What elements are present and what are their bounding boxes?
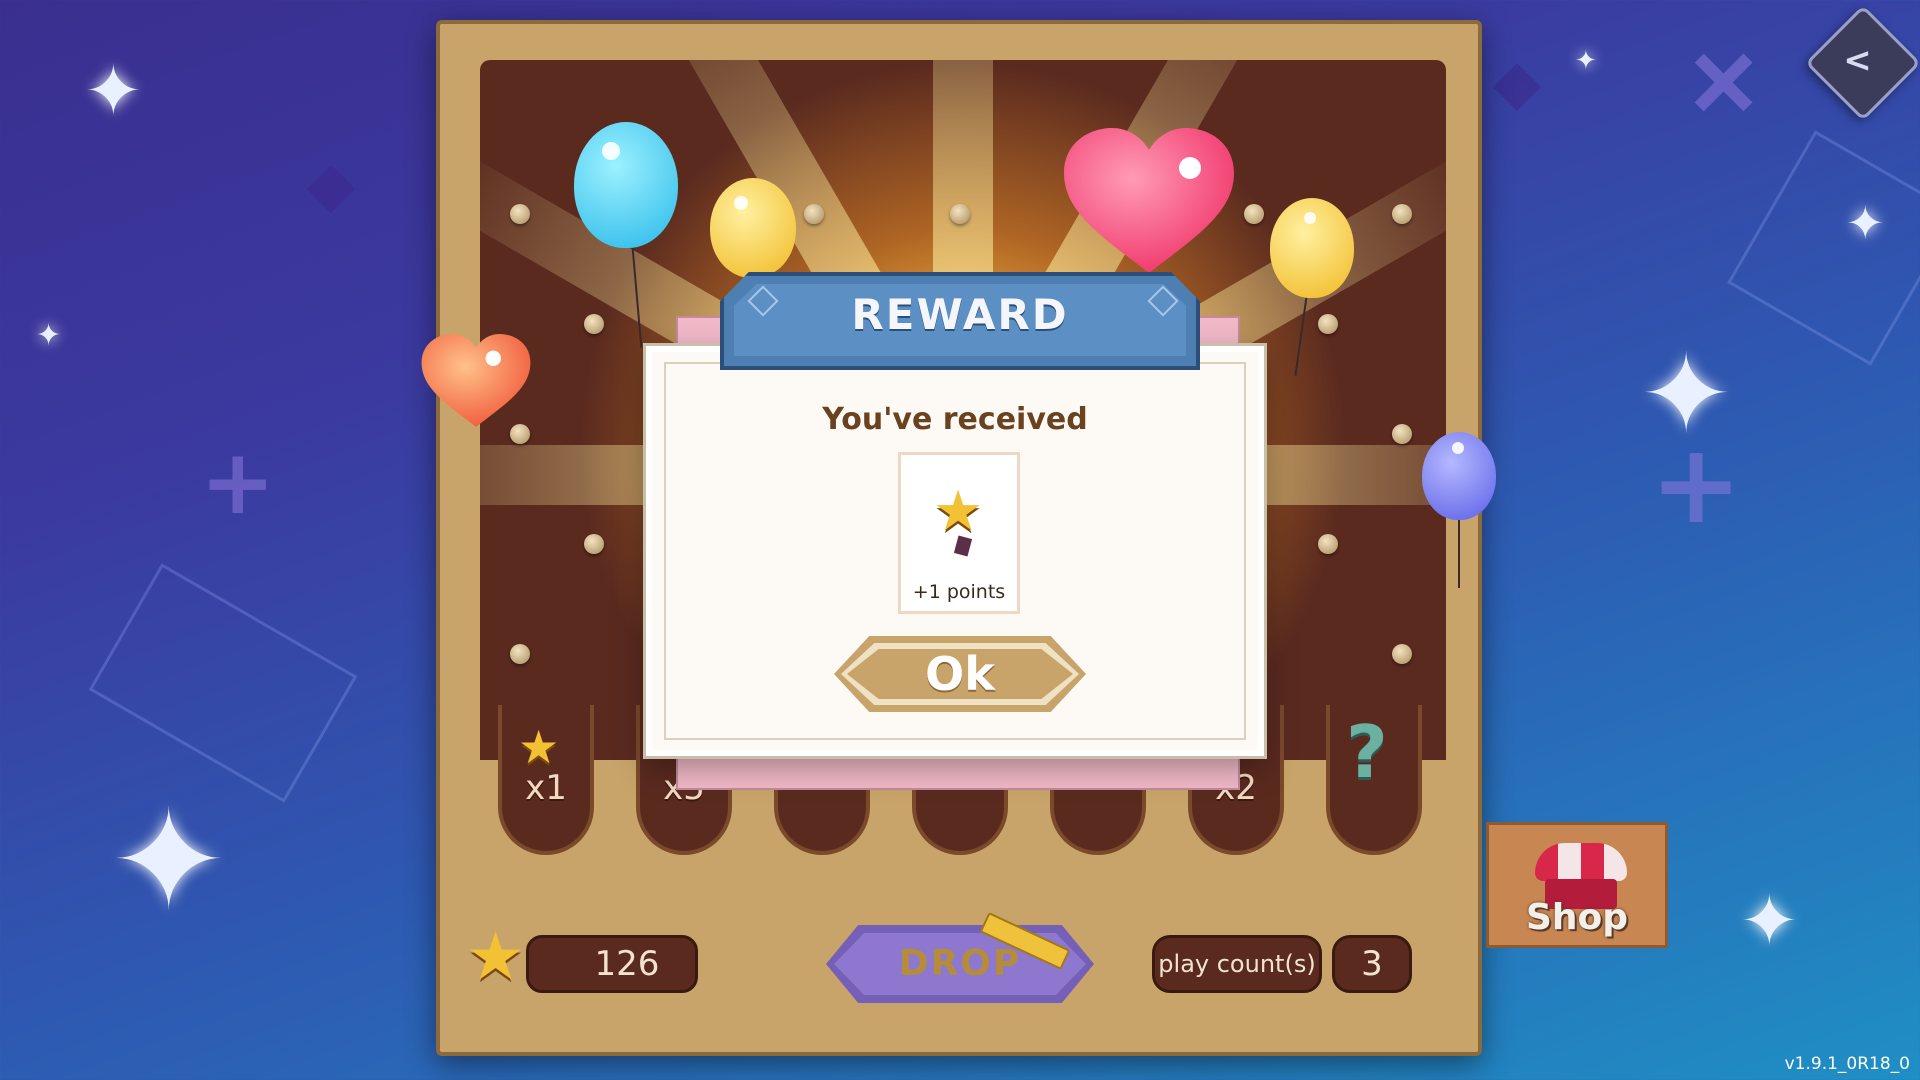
star-icon: ★ bbox=[466, 918, 526, 995]
yellow-balloon bbox=[710, 178, 796, 278]
peg bbox=[584, 534, 604, 554]
shop-icon bbox=[1535, 843, 1627, 909]
shop-button[interactable]: Shop bbox=[1486, 822, 1668, 948]
background-shape bbox=[1727, 130, 1920, 366]
sparkle-icon: ✦ bbox=[1575, 46, 1597, 76]
ok-button[interactable]: Ok bbox=[834, 636, 1086, 712]
sparkle-icon: ✦ bbox=[110, 780, 228, 943]
play-count-value: 3 bbox=[1332, 935, 1412, 993]
peg bbox=[510, 644, 530, 664]
sparkle-icon: ✦ bbox=[1740, 880, 1799, 962]
peg bbox=[584, 314, 604, 334]
cross-decoration: + bbox=[1648, 2, 1804, 158]
diamond-decoration bbox=[1492, 62, 1542, 112]
cross-decoration: + bbox=[1650, 420, 1743, 548]
shop-awning bbox=[1535, 843, 1627, 881]
sparkle-icon: ✦ bbox=[36, 318, 62, 353]
peg bbox=[1392, 204, 1412, 224]
yellow-balloon bbox=[1270, 198, 1354, 298]
play-count-label: play count(s) bbox=[1152, 935, 1322, 993]
shop-label: Shop bbox=[1525, 897, 1629, 938]
balloon-shine bbox=[734, 196, 748, 210]
sparkle-icon: ✦ bbox=[84, 50, 143, 132]
background-shape bbox=[88, 563, 358, 803]
peg bbox=[1318, 534, 1338, 554]
reward-card: ★ +1 points bbox=[898, 452, 1020, 614]
star-icon: ★ bbox=[518, 720, 560, 774]
diamond-decoration bbox=[306, 164, 356, 214]
peg bbox=[1392, 644, 1412, 664]
balloon-string bbox=[1458, 518, 1460, 588]
points-counter: 126 bbox=[526, 935, 698, 993]
reward-amount: +1 points bbox=[912, 581, 1006, 603]
peg bbox=[510, 204, 530, 224]
version-text: v1.9.1_0R18_0 bbox=[1784, 1054, 1910, 1074]
peg bbox=[1392, 424, 1412, 444]
modal-title: REWARD bbox=[851, 290, 1069, 339]
slot-multiplier-label: x1 bbox=[525, 768, 567, 808]
star-icon: ★ bbox=[933, 479, 984, 544]
cross-decoration: + bbox=[200, 430, 276, 535]
orange-heart-balloon bbox=[421, 334, 531, 427]
ok-button-label: Ok bbox=[925, 647, 995, 701]
balloon-shine bbox=[1452, 442, 1464, 454]
peg bbox=[950, 204, 970, 224]
peg bbox=[1244, 204, 1264, 224]
peg bbox=[804, 204, 824, 224]
balloon-shine bbox=[602, 142, 620, 160]
balloon-shine bbox=[1304, 212, 1316, 224]
purple-balloon bbox=[1422, 432, 1496, 520]
peg bbox=[1318, 314, 1338, 334]
question-icon: ? bbox=[1346, 710, 1388, 794]
back-arrow-icon: < bbox=[1843, 40, 1872, 81]
received-text: You've received bbox=[822, 402, 1088, 437]
blue-balloon bbox=[574, 122, 678, 248]
modal-backing-strip bbox=[676, 756, 1240, 790]
pink-heart-balloon bbox=[1064, 128, 1234, 273]
